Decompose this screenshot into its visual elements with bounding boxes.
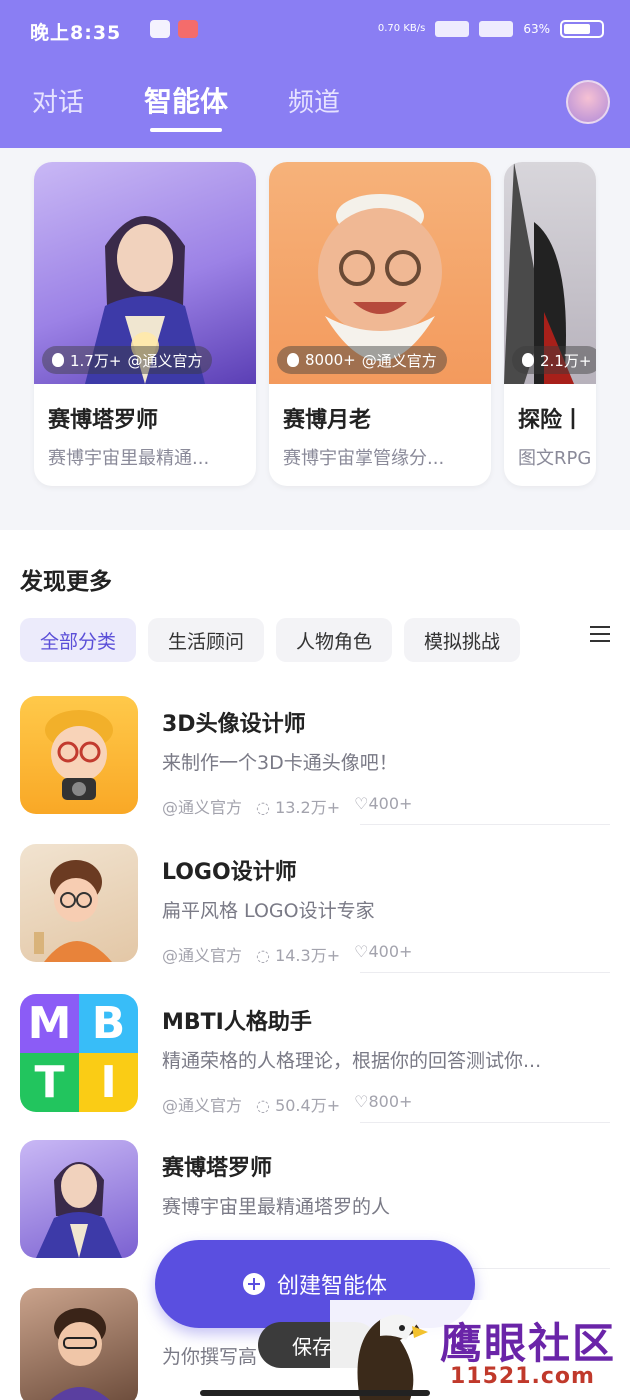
card-title: 探险丨 — [518, 408, 585, 433]
list-item[interactable]: LOGO设计师 扁平风格 LOGO设计专家 @通义官方 ◌ 14.3万+ ♡40… — [20, 844, 610, 990]
featured-card[interactable]: 2.1万+ 探险丨 图文RPG — [504, 162, 596, 486]
battery-level: 63% — [523, 22, 550, 36]
app-notification-icon — [150, 20, 170, 38]
card-stats: 1.7万+ @通义官方 — [42, 346, 213, 374]
card-image: 2.1万+ — [504, 162, 596, 384]
chip-life[interactable]: 生活顾问 — [148, 618, 265, 662]
list-item[interactable]: M B T I MBTI人格助手 精通荣格的人格理论，根据你的回答测试你... … — [20, 994, 610, 1140]
item-desc: 精通荣格的人格理论，根据你的回答测试你... — [162, 1050, 542, 1072]
fire-icon — [52, 353, 64, 367]
wifi-icon — [479, 21, 514, 37]
mbti-tile: T — [20, 1053, 79, 1112]
item-meta: @通义官方 ◌ 13.2万+ ♡400+ — [162, 794, 413, 817]
watermark-url: 11521.com — [450, 1364, 595, 1389]
status-right: 0.70 KB/s 63% — [378, 20, 604, 38]
item-desc: 扁平风格 LOGO设计专家 — [162, 900, 375, 922]
mbti-tile: B — [79, 994, 138, 1053]
fire-icon — [287, 353, 299, 367]
battery-icon — [560, 20, 604, 38]
card-desc: 图文RPG — [518, 448, 592, 469]
plus-icon — [242, 1273, 265, 1295]
signal-icon — [435, 21, 470, 37]
heart-icon-count: ♡400+ — [354, 794, 413, 813]
net-speed: 0.70 KB/s — [377, 23, 426, 34]
chip-character[interactable]: 人物角色 — [276, 618, 393, 662]
heart-icon-count: ♡800+ — [354, 1092, 413, 1111]
item-desc: 赛博宇宙里最精通塔罗的人 — [162, 1196, 391, 1218]
fire-icon-count: ◌ 13.2万+ — [256, 798, 341, 817]
avatar-designer-illustration — [45, 710, 113, 800]
tab-channels[interactable]: 频道 — [288, 82, 340, 122]
list-item[interactable]: 3D头像设计师 来制作一个3D卡通头像吧！ @通义官方 ◌ 13.2万+ ♡40… — [20, 696, 610, 842]
writer-illustration — [50, 1308, 110, 1400]
item-thumbnail: M B T I — [20, 994, 138, 1112]
tarot-figure-illustration — [36, 1162, 122, 1258]
category-chips: 全部分类 生活顾问 人物角色 模拟挑战 — [20, 618, 521, 662]
chip-simulation[interactable]: 模拟挑战 — [404, 618, 521, 662]
logo-designer-illustration — [34, 860, 112, 962]
site-watermark: 鹰眼社区 11521.com — [330, 1300, 630, 1400]
watermark-title: 鹰眼社区 — [440, 1319, 617, 1368]
item-title: 3D头像设计师 — [162, 712, 306, 737]
card-stats: 2.1万+ — [512, 346, 596, 374]
eagle-logo-icon — [357, 1314, 428, 1400]
card-image: 8000+ @通义官方 — [269, 162, 491, 384]
item-thumbnail — [20, 1288, 138, 1400]
card-stats: 8000+ @通义官方 — [277, 346, 447, 374]
home-indicator[interactable] — [200, 1390, 430, 1396]
divider — [360, 824, 610, 825]
card-title: 赛博塔罗师 — [48, 408, 159, 433]
chip-all[interactable]: 全部分类 — [20, 618, 137, 662]
item-desc: 来制作一个3D卡通头像吧！ — [162, 752, 398, 774]
featured-card[interactable]: 1.7万+ @通义官方 赛博塔罗师 赛博宇宙里最精通... — [34, 162, 256, 486]
top-tabs: 对话 智能体 频道 — [32, 80, 340, 132]
notification-icons — [150, 20, 198, 38]
card-title: 赛博月老 — [283, 408, 372, 433]
divider — [360, 1122, 610, 1123]
menu-icon[interactable] — [590, 626, 610, 642]
item-thumbnail — [20, 696, 138, 814]
tab-agents[interactable]: 智能体 — [144, 80, 228, 132]
status-time: 晚上8:35 — [30, 22, 122, 44]
featured-carousel: 1.7万+ @通义官方 赛博塔罗师 赛博宇宙里最精通... 8000+ @通义官… — [0, 148, 630, 518]
item-title: MBTI人格助手 — [162, 1010, 312, 1035]
item-title: LOGO设计师 — [162, 860, 297, 885]
item-meta: @通义官方 ◌ 50.4万+ ♡800+ — [162, 1092, 413, 1115]
fire-icon-count: ◌ 14.3万+ — [256, 946, 341, 965]
heart-icon-count: ♡400+ — [354, 942, 413, 961]
card-desc: 赛博宇宙掌管缘分... — [283, 448, 445, 469]
fire-icon — [522, 353, 534, 367]
item-thumbnail — [20, 1140, 138, 1258]
user-avatar[interactable] — [566, 80, 610, 124]
header-bar: 晚上8:35 0.70 KB/s 63% 对话 智能体 频道 — [0, 0, 630, 148]
mbti-tile: I — [79, 1053, 138, 1112]
tab-chat[interactable]: 对话 — [32, 82, 84, 122]
divider — [360, 972, 610, 973]
status-bar: 晚上8:35 0.70 KB/s 63% — [0, 0, 630, 60]
item-title: 赛博塔罗师 — [162, 1156, 273, 1181]
card-image: 1.7万+ @通义官方 — [34, 162, 256, 384]
app-notification-icon — [178, 20, 198, 38]
card-desc: 赛博宇宙里最精通... — [48, 448, 210, 469]
item-meta: @通义官方 ◌ 14.3万+ ♡400+ — [162, 942, 413, 965]
create-agent-label: 创建智能体 — [276, 1274, 387, 1299]
fire-icon-count: ◌ 50.4万+ — [256, 1096, 341, 1115]
item-thumbnail — [20, 844, 138, 962]
section-title: 发现更多 — [20, 569, 112, 595]
featured-card[interactable]: 8000+ @通义官方 赛博月老 赛博宇宙掌管缘分... — [269, 162, 491, 486]
mbti-tile: M — [20, 994, 79, 1053]
